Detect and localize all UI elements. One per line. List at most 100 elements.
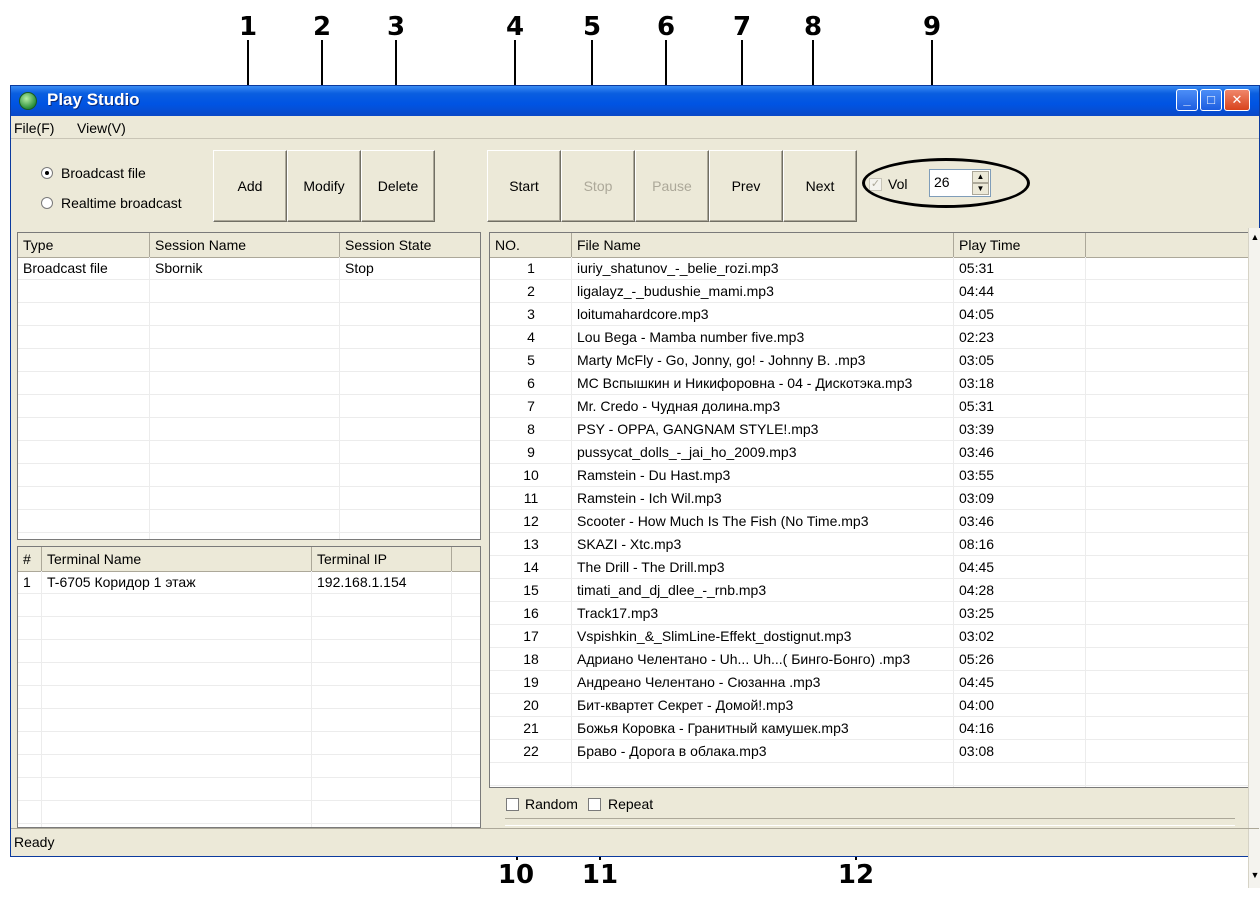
cell-no: 19 bbox=[523, 674, 539, 690]
col-type[interactable]: Type bbox=[18, 233, 150, 257]
grid-line bbox=[18, 731, 480, 732]
table-row[interactable]: 11 Ramstein - Ich Wil.mp3 03:09 bbox=[490, 487, 1248, 510]
menu-file[interactable]: File(F) bbox=[14, 120, 54, 136]
col-play-time[interactable]: Play Time bbox=[954, 233, 1086, 257]
grid-line bbox=[18, 685, 480, 686]
cell-time: 04:05 bbox=[959, 306, 995, 322]
pause-button[interactable]: Pause bbox=[635, 150, 709, 222]
table-row[interactable]: 16 Track17.mp3 03:25 bbox=[490, 602, 1248, 625]
grid-line bbox=[18, 325, 480, 326]
grid-line bbox=[18, 777, 480, 778]
random-checkbox[interactable] bbox=[506, 798, 519, 811]
table-row[interactable]: 19 Андреано Челентано - Сюзанна .mp3 04:45 bbox=[490, 671, 1248, 694]
cell-file: Ramstein - Ich Wil.mp3 bbox=[577, 490, 722, 506]
col-session-state[interactable]: Session State bbox=[340, 233, 480, 257]
app-icon bbox=[19, 92, 37, 110]
col-number[interactable]: # bbox=[18, 547, 42, 571]
table-row[interactable]: 9 pussycat_dolls_-_jai_ho_2009.mp3 03:46 bbox=[490, 441, 1248, 464]
table-row[interactable]: 22 Браво - Дорога в облака.mp3 03:08 bbox=[490, 740, 1248, 763]
table-row[interactable]: 12 Scooter - How Much Is The Fish (No Tim… bbox=[490, 510, 1248, 533]
modify-button[interactable]: Modify bbox=[287, 150, 361, 222]
table-row[interactable]: 2 ligalayz_-_budushie_mami.mp3 04:44 bbox=[490, 280, 1248, 303]
scroll-down-icon[interactable]: ▼ bbox=[1249, 868, 1260, 882]
grid-line bbox=[490, 785, 1248, 786]
broadcast-file-radio[interactable] bbox=[41, 167, 53, 179]
title-bar[interactable]: Play Studio _ □ ✕ bbox=[11, 86, 1259, 116]
col-terminal-ip[interactable]: Terminal IP bbox=[312, 547, 452, 571]
table-row[interactable]: Broadcast file Sbornik Stop bbox=[18, 257, 480, 280]
cell-file: Бит-квартет Секрет - Домой!.mp3 bbox=[577, 697, 794, 713]
cell-file: Адриано Челентано - Uh... Uh...( Бинго-Б… bbox=[577, 651, 911, 667]
realtime-broadcast-radio[interactable] bbox=[41, 197, 53, 209]
cell-no: 3 bbox=[527, 306, 535, 322]
callout-5: 5 bbox=[582, 12, 602, 42]
cell-state: Stop bbox=[345, 260, 374, 276]
grid-line bbox=[18, 440, 480, 441]
next-button[interactable]: Next bbox=[783, 150, 857, 222]
grid-line bbox=[18, 662, 480, 663]
maximize-button[interactable]: □ bbox=[1200, 89, 1222, 111]
cell-file: Божья Коровка - Гранитный камушек.mp3 bbox=[577, 720, 849, 736]
table-row[interactable]: 5 Marty McFly - Go, Jonny, go! - Johnny B… bbox=[490, 349, 1248, 372]
table-row[interactable]: 8 PSY - OPPA, GANGNAM STYLE!.mp3 03:39 bbox=[490, 418, 1248, 441]
table-row[interactable]: 7 Mr. Credo - Чудная долина.mp3 05:31 bbox=[490, 395, 1248, 418]
grid-line bbox=[18, 532, 480, 533]
table-row[interactable]: 3 loitumahardcore.mp3 04:05 bbox=[490, 303, 1248, 326]
cell-no: 20 bbox=[523, 697, 539, 713]
start-button[interactable]: Start bbox=[487, 150, 561, 222]
menu-view[interactable]: View(V) bbox=[77, 120, 126, 136]
terminals-table: # Terminal Name Terminal IP 1 T-6705 Кори… bbox=[17, 546, 481, 828]
cell-time: 03:39 bbox=[959, 421, 995, 437]
cell-no: 16 bbox=[523, 605, 539, 621]
close-button[interactable]: ✕ bbox=[1224, 89, 1250, 111]
cell-file: pussycat_dolls_-_jai_ho_2009.mp3 bbox=[577, 444, 797, 460]
grid-line bbox=[18, 616, 480, 617]
cell-time: 04:28 bbox=[959, 582, 995, 598]
minimize-button[interactable]: _ bbox=[1176, 89, 1198, 111]
grid-line bbox=[18, 800, 480, 801]
table-row[interactable]: 20 Бит-квартет Секрет - Домой!.mp3 04:00 bbox=[490, 694, 1248, 717]
delete-button[interactable]: Delete bbox=[361, 150, 435, 222]
cell-time: 04:45 bbox=[959, 559, 995, 575]
cell-name: T-6705 Коридор 1 этаж bbox=[47, 574, 196, 590]
table-row[interactable]: 14 The Drill - The Drill.mp3 04:45 bbox=[490, 556, 1248, 579]
table-row[interactable]: 6 MC Вспышкин и Никифоровна - 04 - Дискот… bbox=[490, 372, 1248, 395]
cell-time: 05:31 bbox=[959, 260, 995, 276]
cell-time: 04:45 bbox=[959, 674, 995, 690]
stop-button[interactable]: Stop bbox=[561, 150, 635, 222]
callout-4: 4 bbox=[505, 12, 525, 42]
cell-time: 05:31 bbox=[959, 398, 995, 414]
horizontal-scrollbar[interactable] bbox=[505, 818, 1235, 826]
vertical-scrollbar[interactable]: ▲ ▼ bbox=[1248, 228, 1260, 888]
col-terminal-name[interactable]: Terminal Name bbox=[42, 547, 312, 571]
cell-file: timati_and_dj_dlee_-_rnb.mp3 bbox=[577, 582, 767, 598]
cell-time: 03:02 bbox=[959, 628, 995, 644]
cell-no: 4 bbox=[527, 329, 535, 345]
cell-ip: 192.168.1.154 bbox=[317, 574, 407, 590]
table-row[interactable]: 10 Ramstein - Du Hast.mp3 03:55 bbox=[490, 464, 1248, 487]
app-window: Play Studio _ □ ✕ File(F) View(V) Broadc… bbox=[10, 85, 1260, 888]
table-row[interactable]: 1 iuriy_shatunov_-_belie_rozi.mp3 05:31 bbox=[490, 257, 1248, 280]
grid-line bbox=[18, 417, 480, 418]
add-button[interactable]: Add bbox=[213, 150, 287, 222]
col-file-name[interactable]: File Name bbox=[572, 233, 954, 257]
grid-line bbox=[18, 823, 480, 824]
table-row[interactable]: 17 Vspishkin_&_SlimLine-Effekt_dostignut.… bbox=[490, 625, 1248, 648]
table-row[interactable]: 18 Адриано Челентано - Uh... Uh...( Бинго… bbox=[490, 648, 1248, 671]
cell-file: Ramstein - Du Hast.mp3 bbox=[577, 467, 731, 483]
table-row[interactable]: 13 SKAZI - Xtc.mp3 08:16 bbox=[490, 533, 1248, 556]
table-row[interactable]: 15 timati_and_dj_dlee_-_rnb.mp3 04:28 bbox=[490, 579, 1248, 602]
grid-column-line bbox=[41, 571, 42, 827]
scroll-up-icon[interactable]: ▲ bbox=[1249, 230, 1260, 244]
table-row[interactable]: 21 Божья Коровка - Гранитный камушек.mp3 0… bbox=[490, 717, 1248, 740]
cell-no: 17 bbox=[523, 628, 539, 644]
table-row[interactable]: 1 T-6705 Коридор 1 этаж 192.168.1.154 bbox=[18, 571, 480, 594]
cell-file: Lou Bega - Mamba number five.mp3 bbox=[577, 329, 805, 345]
table-row[interactable]: 4 Lou Bega - Mamba number five.mp3 02:23 bbox=[490, 326, 1248, 349]
cell-time: 04:00 bbox=[959, 697, 995, 713]
col-no[interactable]: NO. bbox=[490, 233, 572, 257]
col-session-name[interactable]: Session Name bbox=[150, 233, 340, 257]
grid-line bbox=[18, 463, 480, 464]
repeat-checkbox[interactable] bbox=[588, 798, 601, 811]
prev-button[interactable]: Prev bbox=[709, 150, 783, 222]
